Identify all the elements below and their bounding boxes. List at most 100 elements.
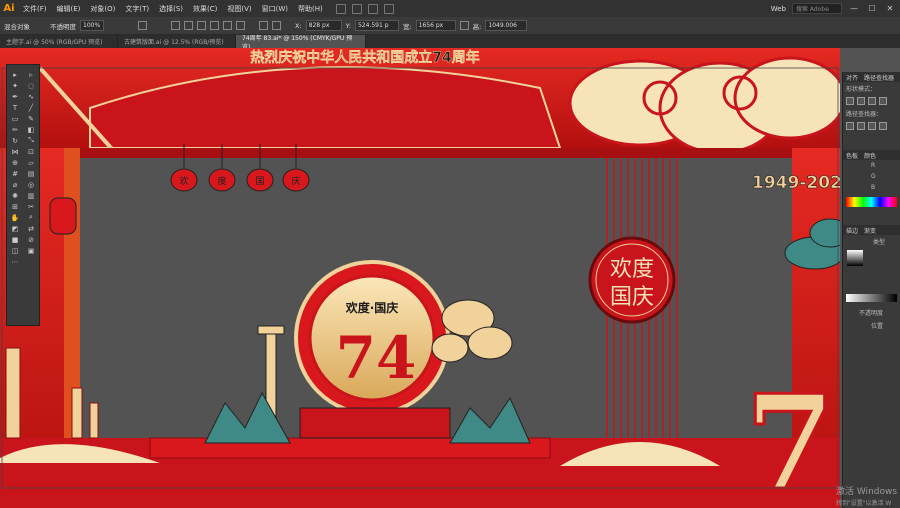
type-tool-icon[interactable]: T	[7, 102, 23, 113]
crop-icon[interactable]	[879, 122, 887, 130]
blend-tool-icon[interactable]: ◎	[23, 179, 39, 190]
swap-fill-stroke-icon[interactable]: ⇄	[23, 223, 39, 234]
tab-doc-2[interactable]: 古建筑版面.ai @ 12.5% (RGB/预览)	[118, 35, 236, 48]
menu-effect[interactable]: 效果(C)	[188, 4, 222, 14]
tab-color[interactable]: 颜色	[864, 151, 876, 160]
menu-type[interactable]: 文字(T)	[120, 4, 154, 14]
menu-window[interactable]: 窗口(W)	[257, 4, 293, 14]
tab-swatches[interactable]: 色板	[846, 151, 858, 160]
column-graph-tool-icon[interactable]: ▥	[23, 190, 39, 201]
activate-windows-title: 激活 Windows	[836, 487, 898, 497]
rectangle-tool-icon[interactable]: ▭	[7, 113, 23, 124]
width-field[interactable]: 1656 px	[415, 20, 456, 31]
align-left-icon[interactable]	[171, 21, 180, 30]
align-middle-icon[interactable]	[223, 21, 232, 30]
menu-help[interactable]: 帮助(H)	[293, 4, 328, 14]
medallion-text: 欢度·国庆	[345, 300, 399, 315]
trim-icon[interactable]	[857, 122, 865, 130]
fill-stroke-icon[interactable]: ◩	[7, 223, 23, 234]
align-center-icon[interactable]	[184, 21, 193, 30]
height-field[interactable]: 1049.006	[485, 20, 528, 31]
eraser-tool-icon[interactable]: ◧	[23, 124, 39, 135]
search-input[interactable]: 搜索 Adobe	[792, 3, 842, 14]
transform-icon[interactable]	[259, 21, 268, 30]
shape-modes-label: 形状模式：	[846, 86, 877, 93]
bridge-icon[interactable]	[335, 3, 346, 14]
curvature-tool-icon[interactable]: ∿	[23, 91, 39, 102]
lasso-tool-icon[interactable]: ◌	[23, 80, 39, 91]
workspace-switcher[interactable]: Web	[771, 5, 786, 13]
tab-stroke[interactable]: 描边	[846, 226, 858, 235]
magic-wand-tool-icon[interactable]: ✦	[7, 80, 23, 91]
none-color-icon[interactable]: ⊘	[23, 234, 39, 245]
document-tabs: 主题字.ai @ 50% (RGB/GPU 预览) 古建筑版面.ai @ 12.…	[0, 35, 900, 51]
gradient-preview[interactable]	[847, 250, 863, 266]
intersect-icon[interactable]	[868, 97, 876, 105]
rotate-tool-icon[interactable]: ↻	[7, 135, 23, 146]
align-right-icon[interactable]	[197, 21, 206, 30]
opacity-field[interactable]: 100%	[80, 20, 104, 31]
close-icon[interactable]: ✕	[884, 4, 896, 13]
align-top-icon[interactable]	[210, 21, 219, 30]
opacity-label[interactable]: 不透明度	[50, 21, 76, 31]
symbol-sprayer-tool-icon[interactable]: ✺	[7, 190, 23, 201]
x-field[interactable]: 828 px	[305, 20, 342, 31]
artboard-tool-icon[interactable]: ⊞	[7, 201, 23, 212]
eyedropper-tool-icon[interactable]: ⌀	[7, 179, 23, 190]
tools-panel: ▸ ▹ ✦ ◌ ✒ ∿ T ╱ ▭ ✎ ✏ ◧ ↻ ⤡ ⋈ ⊡ ⊕ ▱ # ▤ …	[6, 64, 40, 326]
menu-object[interactable]: 对象(O)	[85, 4, 120, 14]
tab-pathfinder[interactable]: 路径查找器	[864, 73, 894, 82]
artwork-svg[interactable]: 欢度 国庆 欢 度 国 庆 热烈庆祝中华人民共和国成立74周年 1949-202…	[0, 48, 840, 508]
maximize-icon[interactable]: ☐	[866, 4, 878, 13]
exclude-icon[interactable]	[879, 97, 887, 105]
pen-tool-icon[interactable]: ✒	[7, 91, 23, 102]
free-transform-tool-icon[interactable]: ⊡	[23, 146, 39, 157]
scale-tool-icon[interactable]: ⤡	[23, 135, 39, 146]
menu-view[interactable]: 视图(V)	[222, 4, 256, 14]
edit-toolbar-icon[interactable]: ⋯	[7, 256, 23, 267]
shape-builder-tool-icon[interactable]: ⊕	[7, 157, 23, 168]
artboard-canvas[interactable]: 欢度 国庆 欢 度 国 庆 热烈庆祝中华人民共和国成立74周年 1949-202…	[0, 48, 840, 508]
screen-mode-icon[interactable]: ▣	[23, 245, 39, 256]
perspective-tool-icon[interactable]: ▱	[23, 157, 39, 168]
width-tool-icon[interactable]: ⋈	[7, 146, 23, 157]
tab-doc-3[interactable]: 74周年 83.ai* @ 150% (CMYK/GPU 预览)	[236, 35, 366, 51]
align-bottom-icon[interactable]	[236, 21, 245, 30]
gradient-tool-icon[interactable]: ▤	[23, 168, 39, 179]
color-spectrum[interactable]	[846, 197, 897, 207]
brush-icon[interactable]	[367, 3, 378, 14]
minus-front-icon[interactable]	[857, 97, 865, 105]
menu-edit[interactable]: 编辑(E)	[52, 4, 86, 14]
link-icon[interactable]	[459, 21, 469, 30]
lantern-1: 欢	[179, 175, 188, 187]
gradient-slider[interactable]	[846, 294, 897, 302]
line-tool-icon[interactable]: ╱	[23, 102, 39, 113]
paintbrush-tool-icon[interactable]: ✎	[23, 113, 39, 124]
medallion-number: 74	[336, 324, 417, 392]
zoom-tool-icon[interactable]: ⌕	[23, 212, 39, 223]
gradient-type-label: 类型	[873, 239, 886, 246]
style-icon[interactable]	[138, 21, 147, 30]
color-mode-icon[interactable]: ■	[7, 234, 23, 245]
arrange-documents-icon[interactable]	[351, 3, 362, 14]
gradient-position-label: 位置	[871, 323, 884, 330]
merge-icon[interactable]	[868, 122, 876, 130]
send-icon[interactable]	[383, 3, 394, 14]
tab-doc-1[interactable]: 主题字.ai @ 50% (RGB/GPU 预览)	[0, 35, 118, 48]
tab-gradient[interactable]: 渐变	[864, 226, 876, 235]
menu-file[interactable]: 文件(F)	[18, 4, 52, 14]
hand-tool-icon[interactable]: ✋	[7, 212, 23, 223]
menu-select[interactable]: 选择(S)	[154, 4, 188, 14]
pencil-tool-icon[interactable]: ✏	[7, 124, 23, 135]
y-field[interactable]: 524.591 p	[354, 20, 399, 31]
recolor-icon[interactable]	[272, 21, 281, 30]
draw-mode-icon[interactable]: ◫	[7, 245, 23, 256]
unite-icon[interactable]	[846, 97, 854, 105]
selection-tool-icon[interactable]: ▸	[7, 69, 23, 80]
direct-selection-tool-icon[interactable]: ▹	[23, 69, 39, 80]
mesh-tool-icon[interactable]: #	[7, 168, 23, 179]
divide-icon[interactable]	[846, 122, 854, 130]
slice-tool-icon[interactable]: ✂	[23, 201, 39, 212]
tab-align[interactable]: 对齐	[846, 73, 858, 82]
minimize-icon[interactable]: —	[848, 4, 860, 13]
